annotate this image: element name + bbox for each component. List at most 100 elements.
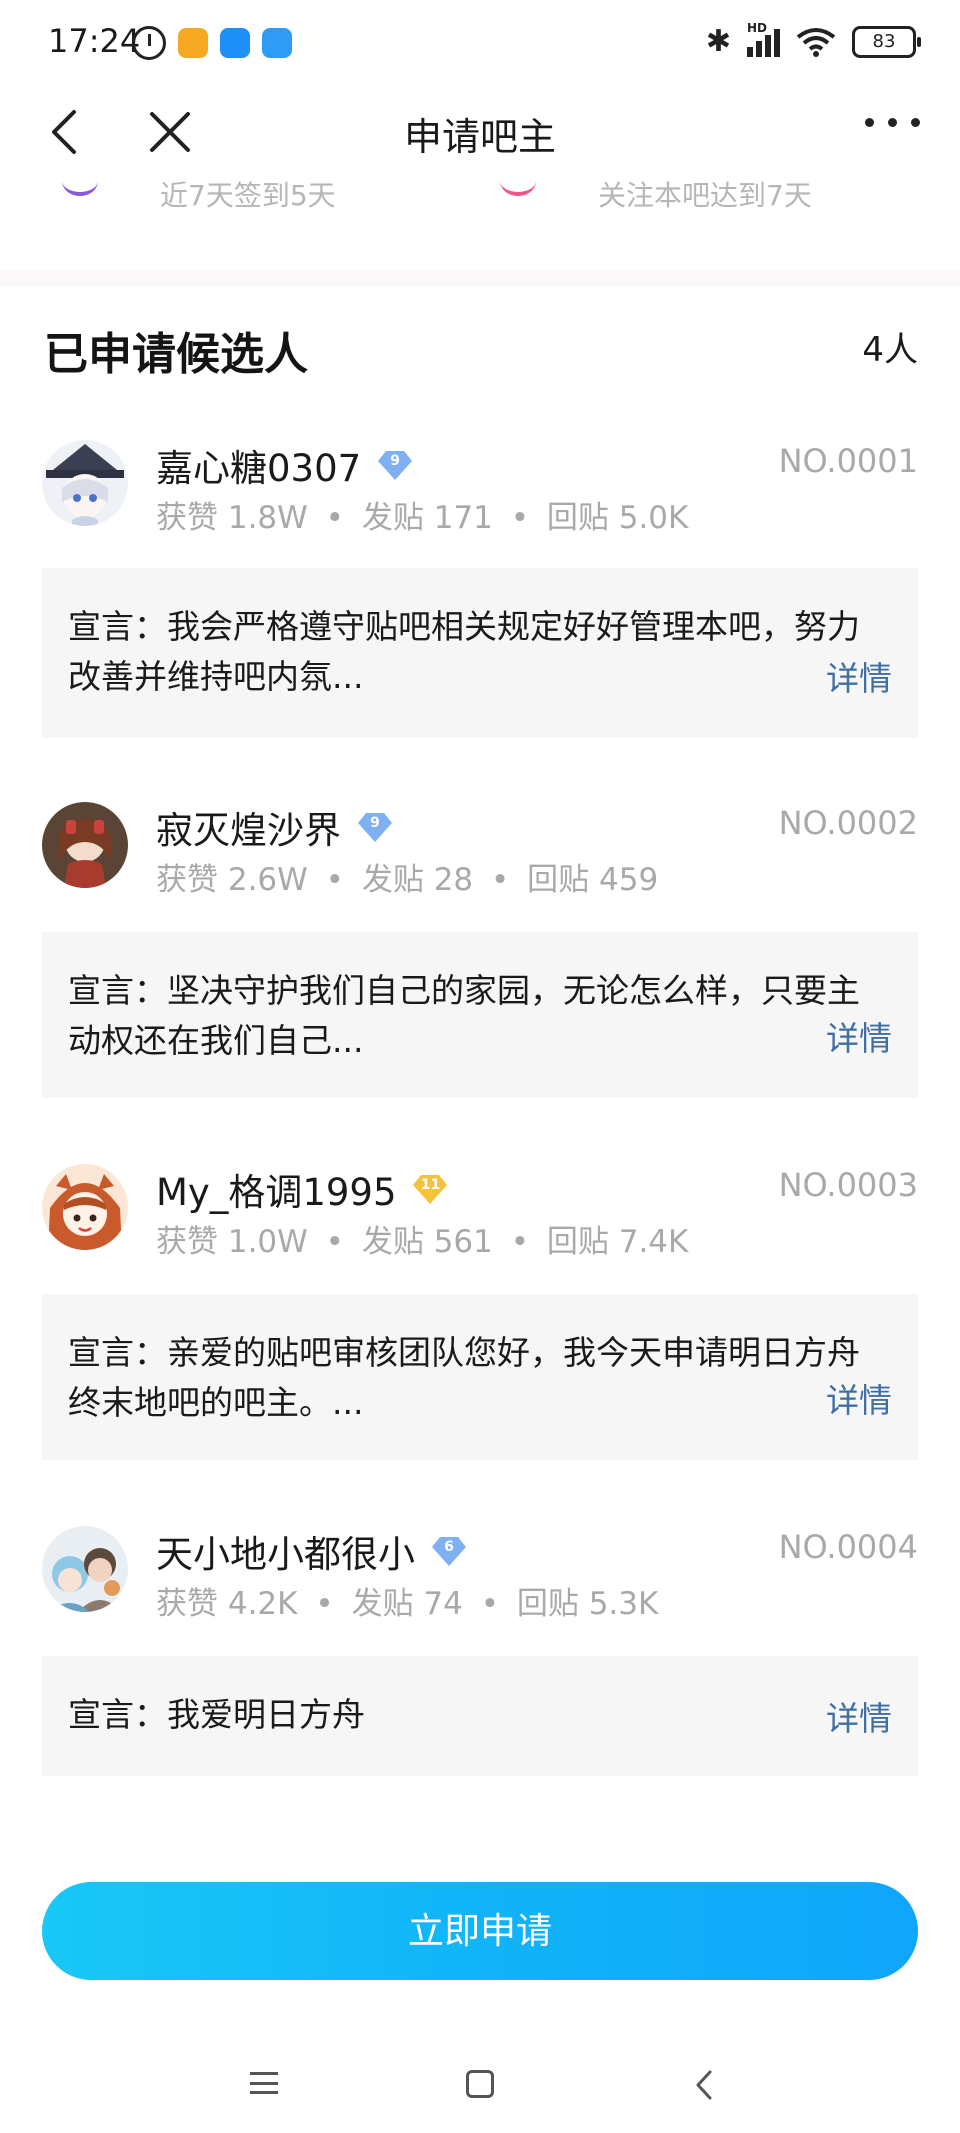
replies-label: 回贴 <box>546 1224 609 1260</box>
page-title: 申请吧主 <box>403 115 556 159</box>
network-type-label: HD <box>747 20 768 35</box>
posts-label: 发贴 <box>351 1586 414 1622</box>
status-notification-icons <box>132 26 292 60</box>
level-badge-icon: 9 <box>377 448 413 482</box>
likes-label: 获赞 <box>156 1586 218 1622</box>
level-badge-icon: 11 <box>412 1172 448 1206</box>
detail-link[interactable]: 详情 <box>826 652 892 700</box>
home-icon[interactable] <box>466 2070 494 2098</box>
declaration-box[interactable]: 宣言：我会严格遵守贴吧相关规定好好管理本吧，努力改善并维持吧内氛... 详情 <box>42 568 918 738</box>
candidate-number: NO.0002 <box>778 804 918 842</box>
likes-value: 1.8W <box>227 500 308 536</box>
declaration-content: 亲爱的贴吧审核团队您好，我今天申请明日方舟终末地吧的吧主。... <box>68 1333 860 1422</box>
declaration-prefix: 宣言： <box>68 1333 167 1372</box>
requirement-follow: 关注本吧达到7天 <box>598 180 812 212</box>
candidate-number: NO.0004 <box>778 1528 918 1566</box>
stats-separator: • <box>510 1224 530 1260</box>
checkin-requirement-icon <box>62 180 98 196</box>
posts-label: 发贴 <box>361 500 424 536</box>
avatar[interactable] <box>42 1526 128 1612</box>
replies-value: 5.0K <box>618 500 689 536</box>
requirements-section-clipped: 近7天签到5天 关注本吧达到7天 <box>0 180 960 280</box>
posts-value: 28 <box>433 862 474 898</box>
battery-icon: 83 <box>852 25 921 58</box>
notes-app-icon <box>178 28 208 58</box>
messenger-app-icon <box>220 28 250 58</box>
navigation-bar: 申请吧主 <box>0 88 960 180</box>
status-indicators: ✱ HD 83 <box>705 21 921 59</box>
replies-label: 回贴 <box>516 1586 579 1622</box>
level-number: 6 <box>444 1539 454 1555</box>
replies-value: 7.4K <box>618 1224 689 1260</box>
status-bar: 17:24 ✱ HD 83 <box>0 0 960 88</box>
declaration-content: 坚决守护我们自己的家园，无论怎么样，只要主动权还在我们自己... <box>68 971 860 1060</box>
level-number: 9 <box>370 815 380 831</box>
level-number: 11 <box>420 1177 441 1193</box>
avatar[interactable] <box>42 802 128 888</box>
declaration-prefix: 宣言： <box>68 1695 167 1734</box>
recent-apps-icon[interactable] <box>250 2072 278 2094</box>
candidate-name: My_格调1995 <box>156 1171 397 1214</box>
system-navigation-bar <box>0 2020 960 2133</box>
system-back-icon[interactable] <box>690 2068 720 2102</box>
declaration-text: 宣言：亲爱的贴吧审核团队您好，我今天申请明日方舟终末地吧的吧主。... <box>68 1328 890 1428</box>
candidate-number: NO.0001 <box>778 442 918 480</box>
follow-requirement-icon <box>500 180 536 196</box>
declaration-box[interactable]: 宣言：亲爱的贴吧审核团队您好，我今天申请明日方舟终末地吧的吧主。... 详情 <box>42 1294 918 1460</box>
candidate-name: 天小地小都很小 <box>156 1533 415 1576</box>
avatar[interactable] <box>42 1164 128 1250</box>
chat-app-icon <box>262 28 292 58</box>
candidate-stats: 获赞 1.8W • 发贴 171 • 回贴 5.0K <box>156 492 688 537</box>
candidate-stats: 获赞 2.6W • 发贴 28 • 回贴 459 <box>156 854 658 899</box>
candidates-count: 4人 <box>862 330 918 370</box>
detail-link[interactable]: 详情 <box>826 1692 892 1740</box>
likes-value: 1.0W <box>227 1224 308 1260</box>
candidate-name: 寂灭煌沙界 <box>156 809 341 852</box>
level-badge-icon: 6 <box>431 1534 467 1568</box>
likes-label: 获赞 <box>156 1224 218 1260</box>
candidates-section-title: 已申请候选人 <box>44 329 308 380</box>
detail-link[interactable]: 详情 <box>826 1374 892 1422</box>
apply-now-button[interactable]: 立即申请 <box>42 1882 918 1980</box>
status-time: 17:24 <box>48 22 141 60</box>
candidate-number: NO.0003 <box>778 1166 918 1204</box>
posts-value: 561 <box>433 1224 493 1260</box>
cell-signal-icon: HD <box>747 21 780 57</box>
avatar[interactable] <box>42 440 128 526</box>
stats-separator: • <box>491 862 510 898</box>
declaration-text: 宣言：我会严格遵守贴吧相关规定好好管理本吧，努力改善并维持吧内氛... <box>68 602 890 702</box>
likes-value: 2.6W <box>227 862 308 898</box>
posts-label: 发贴 <box>361 862 424 898</box>
posts-label: 发贴 <box>361 1224 424 1260</box>
declaration-box[interactable]: 宣言：坚决守护我们自己的家园，无论怎么样，只要主动权还在我们自己... 详情 <box>42 932 918 1098</box>
wifi-icon <box>796 27 836 57</box>
likes-value: 4.2K <box>227 1586 298 1622</box>
more-options-icon[interactable] <box>865 118 920 127</box>
stats-separator: • <box>325 1224 344 1260</box>
candidate-stats: 获赞 4.2K • 发贴 74 • 回贴 5.3K <box>156 1578 658 1623</box>
detail-link[interactable]: 详情 <box>826 1012 892 1060</box>
replies-value: 5.3K <box>588 1586 659 1622</box>
declaration-text: 宣言：坚决守护我们自己的家园，无论怎么样，只要主动权还在我们自己... <box>68 966 890 1066</box>
alarm-icon <box>132 26 166 60</box>
declaration-content: 我爱明日方舟 <box>167 1695 365 1734</box>
level-number: 9 <box>390 453 401 469</box>
replies-value: 459 <box>599 862 659 898</box>
declaration-prefix: 宣言： <box>68 607 167 646</box>
replies-label: 回贴 <box>546 500 609 536</box>
bluetooth-icon: ✱ <box>705 24 731 59</box>
stats-separator: • <box>480 1586 499 1622</box>
declaration-content: 我会严格遵守贴吧相关规定好好管理本吧，努力改善并维持吧内氛... <box>68 607 860 696</box>
posts-value: 171 <box>433 500 493 536</box>
replies-label: 回贴 <box>527 862 590 898</box>
stats-separator: • <box>325 500 344 536</box>
level-badge-icon: 9 <box>357 810 393 844</box>
requirement-checkin: 近7天签到5天 <box>160 180 336 212</box>
candidate-name: 嘉心糖0307 <box>156 447 362 490</box>
declaration-box[interactable]: 宣言：我爱明日方舟 详情 <box>42 1656 918 1776</box>
stats-separator: • <box>325 862 344 898</box>
section-divider <box>0 270 960 286</box>
declaration-prefix: 宣言： <box>68 971 167 1010</box>
declaration-text: 宣言：我爱明日方舟 <box>68 1690 890 1740</box>
likes-label: 获赞 <box>156 862 218 898</box>
